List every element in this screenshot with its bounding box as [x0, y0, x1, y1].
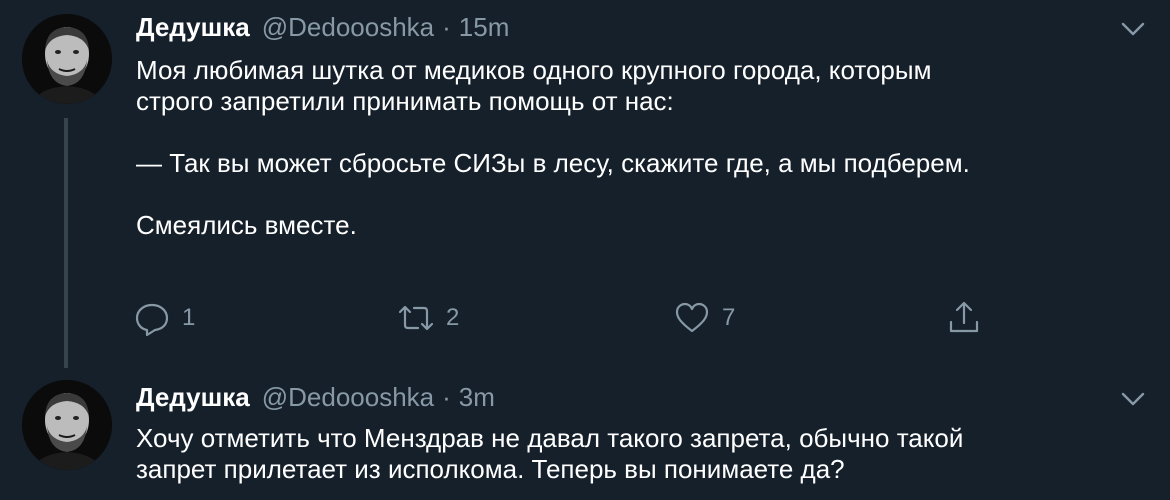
- tweet-text-line: Хочу отметить что Менздрав не давал тако…: [136, 423, 964, 453]
- separator-dot: ·: [442, 382, 451, 412]
- chevron-down-icon: [1121, 22, 1145, 36]
- user-handle[interactable]: @Dedoooshka: [262, 10, 434, 44]
- heart-icon: [675, 302, 709, 333]
- retweet-icon: [398, 305, 434, 331]
- user-handle[interactable]: @Dedoooshka: [262, 380, 434, 414]
- tweet-menu-button[interactable]: [1116, 382, 1150, 416]
- avatar-portrait-icon: [22, 14, 112, 104]
- like-count: 7: [722, 304, 736, 331]
- share-button[interactable]: [944, 296, 984, 340]
- share-icon: [949, 301, 979, 333]
- tweet-text-line: запрет прилетает из исполкома. Теперь вы…: [136, 454, 845, 484]
- chevron-down-icon: [1121, 392, 1145, 406]
- retweet-button[interactable]: 2: [396, 296, 459, 340]
- avatar[interactable]: [22, 380, 112, 470]
- tweet-text: Хочу отметить что Менздрав не давал тако…: [136, 423, 1146, 485]
- tweet-text-line: строго запретили принимать помощь от нас…: [136, 86, 674, 116]
- tweet-actions: 1 2 7: [132, 296, 992, 340]
- tweet-text-line: Моя любимая шутка от медиков одного круп…: [136, 55, 932, 85]
- display-name[interactable]: Дедушка: [136, 380, 250, 414]
- retweet-count: 2: [446, 304, 460, 331]
- reply-count: 1: [182, 304, 196, 331]
- reply-icon: [135, 303, 169, 337]
- reply-button[interactable]: 1: [132, 296, 195, 340]
- display-name[interactable]: Дедушка: [136, 10, 250, 44]
- avatar[interactable]: [22, 14, 112, 104]
- timestamp[interactable]: 15m: [459, 10, 510, 44]
- timestamp[interactable]: 3m: [459, 380, 495, 414]
- tweet-text: Моя любимая шутка от медиков одного круп…: [136, 55, 1146, 241]
- tweet-text-line: Смеялись вместе.: [136, 210, 357, 240]
- tweet[interactable]: Дедушка @Dedoooshka · 3m Хочу отметить ч…: [0, 368, 1170, 500]
- tweet-header: Дедушка @Dedoooshka · 3m: [136, 380, 495, 414]
- like-button[interactable]: 7: [672, 296, 735, 340]
- tweet-menu-button[interactable]: [1116, 12, 1150, 46]
- thread-connector-line: [64, 118, 68, 368]
- tweet-text-line: — Так вы может сбросьте СИЗы в лесу, ска…: [136, 148, 970, 178]
- tweet-header: Дедушка @Dedoooshka · 15m: [136, 10, 509, 44]
- avatar-portrait-icon: [22, 380, 112, 470]
- tweet[interactable]: Дедушка @Dedoooshka · 15m Моя любимая шу…: [0, 0, 1170, 368]
- separator-dot: ·: [442, 12, 451, 42]
